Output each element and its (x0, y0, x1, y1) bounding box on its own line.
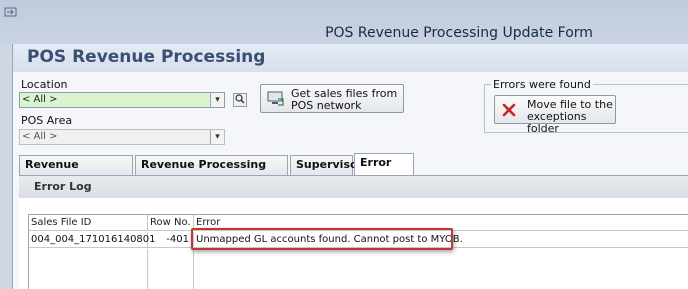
get-sales-files-button[interactable]: Get sales files from POS network (260, 84, 404, 113)
column-divider (148, 249, 194, 289)
column-header-sales-file-id[interactable]: Sales File ID (29, 215, 148, 231)
computer-download-icon (267, 91, 285, 110)
column-header-error[interactable]: Error (194, 215, 688, 231)
error-log-title: Error Log (34, 180, 92, 193)
tab-revenue-processing[interactable]: Revenue Processing (19, 155, 133, 189)
title-bar[interactable]: POS Revenue Processing Update Form (0, 0, 688, 44)
tab-error-log[interactable]: Error log (354, 153, 414, 187)
pos-area-combo[interactable]: < All > ▾ (19, 129, 225, 145)
tab-supervisor[interactable]: Supervisor (290, 155, 363, 175)
window-title: POS Revenue Processing Update Form (325, 25, 593, 41)
client-area: POS Revenue Processing Location < All > … (12, 44, 688, 289)
page-title: POS Revenue Processing (27, 47, 266, 67)
app-window-icon[interactable] (4, 6, 20, 20)
location-search-button[interactable] (233, 93, 247, 107)
app-window: POS Revenue Processing Update Form POS R… (0, 0, 688, 289)
errors-group: Errors were found Move file to the excep… (484, 78, 688, 135)
move-to-exceptions-button[interactable]: Move file to the exceptions folder (494, 95, 616, 135)
chevron-down-icon[interactable]: ▾ (210, 130, 224, 144)
errors-group-title: Errors were found (491, 78, 593, 91)
chevron-down-icon[interactable]: ▾ (210, 93, 224, 107)
move-to-exceptions-label: Move file to the exceptions folder (527, 98, 613, 135)
header-band: POS Revenue Processing (13, 44, 688, 72)
cell-sales-file-id[interactable]: 004_004_171016140801 (29, 232, 156, 248)
cell-row-no[interactable]: -401 (148, 232, 194, 248)
pos-area-combo-value: < All > (22, 131, 58, 142)
tab-revenue-processing-options[interactable]: Revenue Processing Options (135, 155, 288, 189)
location-combo-value: < All > (22, 94, 58, 105)
location-combo[interactable]: < All > ▾ (19, 92, 225, 108)
column-header-row-no[interactable]: Row No. (148, 215, 194, 231)
get-sales-files-label: Get sales files from POS network (291, 87, 398, 112)
red-x-icon (502, 103, 516, 120)
pos-area-label: POS Area (21, 114, 73, 127)
column-divider (29, 249, 148, 289)
location-label: Location (21, 78, 68, 91)
cell-error[interactable]: Unmapped GL accounts found. Cannot post … (194, 232, 688, 248)
error-log-header: Error Log (19, 176, 688, 198)
error-log-table[interactable]: Sales File ID Row No. Error 004_004_1710… (28, 214, 688, 289)
search-icon (235, 94, 245, 107)
